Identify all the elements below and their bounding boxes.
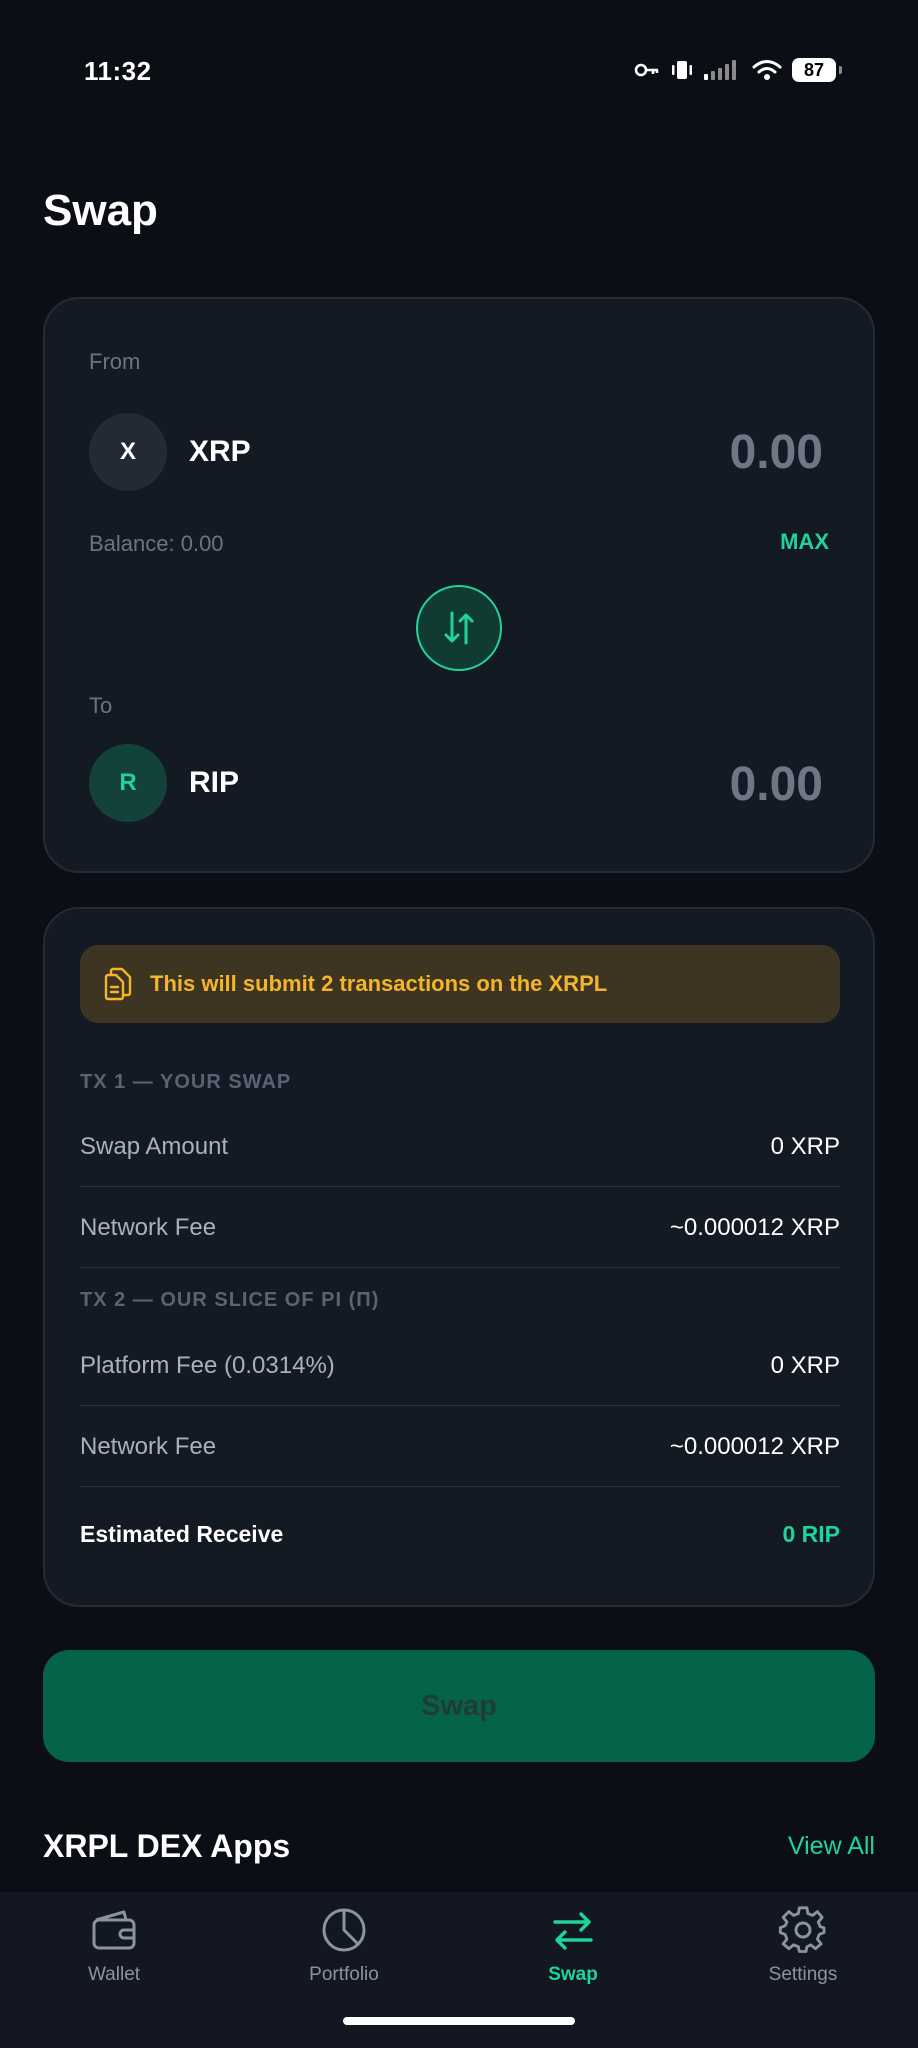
swap-arrows-icon [553, 1912, 593, 1950]
tab-label: Wallet [87, 1964, 141, 1985]
transaction-details-card: This will submit 2 transactions on the X… [43, 907, 875, 1607]
to-token-selector[interactable]: R RIP [89, 744, 239, 822]
tab-swap[interactable]: Swap [493, 1904, 653, 1986]
to-label: To [89, 693, 113, 718]
to-amount-output: 0.00 [729, 758, 823, 811]
battery-indicator: 87 [792, 58, 842, 82]
flip-tokens-button[interactable] [416, 585, 502, 671]
tx1-row: Network Fee ~0.000012 XRP [80, 1188, 840, 1268]
swap-vertical-icon [444, 611, 474, 645]
tab-settings[interactable]: Settings [723, 1904, 883, 1986]
notice-text: This will submit 2 transactions on the X… [150, 971, 608, 996]
documents-icon [104, 967, 132, 1001]
detail-value: 0 XRP [770, 1351, 840, 1379]
to-token-name: RIP [189, 766, 240, 799]
gear-icon [778, 1906, 826, 1953]
to-token-avatar: R [89, 744, 167, 822]
detail-label: Swap Amount [80, 1132, 229, 1160]
dex-apps-title: XRPL DEX Apps [43, 1828, 291, 1864]
estimated-receive-value: 0 RIP [782, 1520, 840, 1547]
max-button[interactable]: MAX [780, 529, 829, 555]
from-token-avatar: X [89, 413, 167, 491]
estimated-receive-row: Estimated Receive 0 RIP [80, 1494, 840, 1574]
cellular-signal-icon [704, 60, 736, 80]
from-amount-input[interactable]: 0.00 [730, 425, 823, 480]
tx2-row: Platform Fee (0.0314%) 0 XRP [80, 1326, 840, 1406]
tx2-header: TX 2 — OUR SLICE OF PI (Π) [80, 1289, 380, 1311]
tab-wallet[interactable]: Wallet [34, 1904, 194, 1986]
detail-value: 0 XRP [770, 1132, 840, 1160]
estimated-receive-label: Estimated Receive [80, 1520, 284, 1547]
detail-value: ~0.000012 XRP [669, 1432, 840, 1460]
tab-label: Swap [548, 1964, 598, 1985]
from-balance: Balance: 0.00 [89, 531, 224, 556]
from-token-name: XRP [189, 435, 251, 468]
status-time: 11:32 [84, 56, 152, 86]
wallet-icon [92, 1910, 136, 1950]
tx1-row: Swap Amount 0 XRP [80, 1107, 840, 1187]
vibrate-icon [672, 61, 692, 79]
wifi-icon [752, 60, 782, 80]
transaction-notice: This will submit 2 transactions on the X… [80, 945, 840, 1023]
home-indicator[interactable] [343, 2017, 575, 2025]
tx2-row: Network Fee ~0.000012 XRP [80, 1407, 840, 1487]
pie-chart-icon [322, 1908, 366, 1952]
from-token-selector[interactable]: X XRP [89, 413, 251, 491]
detail-label: Network Fee [80, 1432, 217, 1460]
detail-label: Platform Fee (0.0314%) [80, 1351, 335, 1379]
from-label: From [89, 349, 141, 374]
status-bar: 11:32 87 [0, 0, 918, 130]
tab-label: Portfolio [309, 1964, 379, 1985]
status-icons: 87 [634, 58, 842, 82]
tx1-header: TX 1 — YOUR SWAP [80, 1071, 292, 1093]
tab-label: Settings [768, 1964, 838, 1985]
detail-value: ~0.000012 XRP [669, 1213, 840, 1241]
view-all-link[interactable]: View All [788, 1832, 875, 1861]
tab-portfolio[interactable]: Portfolio [264, 1904, 424, 1986]
swap-button[interactable]: Swap [43, 1650, 875, 1762]
detail-label: Network Fee [80, 1213, 217, 1241]
key-icon [634, 63, 659, 77]
swap-card: From X XRP 0.00 Balance: 0.00 MAX To R R… [43, 297, 875, 873]
page-title: Swap [43, 186, 158, 235]
